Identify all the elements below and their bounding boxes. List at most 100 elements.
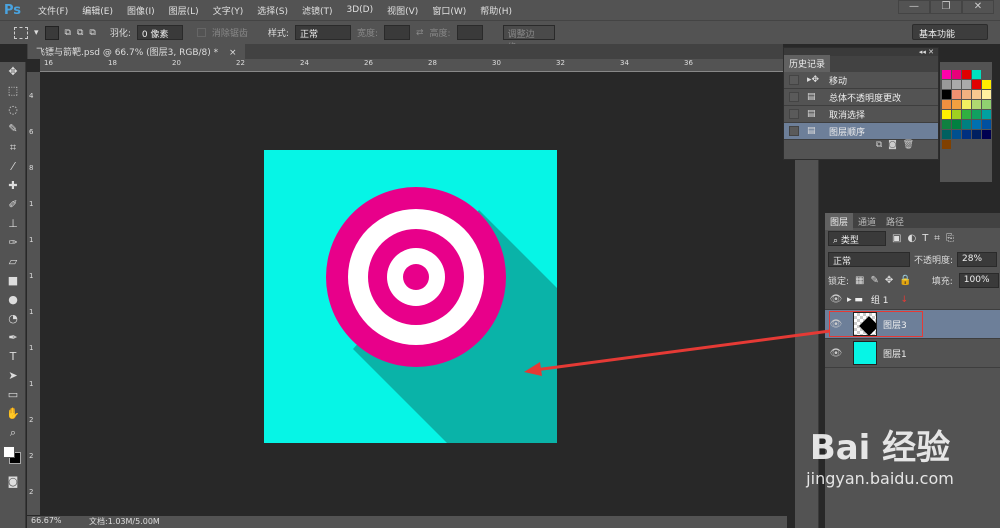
workspace-select[interactable]: 基本功能	[912, 24, 988, 40]
menu-window[interactable]: 窗口(W)	[425, 4, 473, 17]
menu-help[interactable]: 帮助(H)	[473, 4, 519, 17]
color-swatch[interactable]	[952, 130, 961, 139]
color-swatch[interactable]	[942, 90, 951, 99]
eye-icon[interactable]: 👁	[825, 294, 847, 305]
feather-input[interactable]: 0 像素	[136, 25, 183, 40]
eye-icon[interactable]: 👁	[825, 348, 847, 359]
color-swatch[interactable]	[942, 130, 951, 139]
blend-mode-select[interactable]: 正常	[828, 251, 910, 267]
close-button[interactable]: ✕	[962, 0, 994, 14]
eraser-tool-icon[interactable]: ▱	[0, 252, 26, 271]
color-swatch[interactable]	[962, 130, 971, 139]
eyedropper-tool-icon[interactable]: ⁄	[0, 157, 26, 176]
fill-input[interactable]: 100%	[958, 272, 999, 288]
menu-layer[interactable]: 图层(L)	[162, 4, 206, 17]
color-swatch[interactable]	[952, 70, 961, 79]
minimize-button[interactable]: —	[898, 0, 930, 14]
close-tab-icon[interactable]: ×	[229, 48, 237, 58]
refine-edge-button[interactable]: 调整边缘...	[502, 25, 555, 53]
layer-row-selected[interactable]: 👁 图层3	[825, 310, 1000, 339]
shape-tool-icon[interactable]: ▭	[0, 385, 26, 404]
color-swatch[interactable]	[942, 100, 951, 109]
tab-paths[interactable]: 路径	[881, 213, 909, 230]
color-swatch[interactable]	[962, 80, 971, 89]
menu-edit[interactable]: 编辑(E)	[75, 4, 120, 17]
filter-adjust-icon[interactable]: ◐	[907, 233, 916, 244]
expand-icon[interactable]: ▸ ▬	[847, 295, 863, 305]
layer-row-group[interactable]: 👁 ▸ ▬ 组 1 ↓	[825, 290, 1000, 310]
menu-3d[interactable]: 3D(D)	[340, 5, 381, 15]
lock-transparent-icon[interactable]: ▦	[855, 275, 864, 286]
brush-tool-icon[interactable]: ✐	[0, 195, 26, 214]
color-swatch[interactable]	[942, 70, 951, 79]
color-swatches-icon[interactable]	[0, 442, 25, 472]
lasso-tool-icon[interactable]: ◌	[0, 100, 26, 119]
height-input[interactable]	[456, 25, 483, 40]
stamp-tool-icon[interactable]: ⊥	[0, 214, 26, 233]
color-swatch[interactable]	[972, 70, 981, 79]
color-swatch[interactable]	[972, 120, 981, 129]
menu-file[interactable]: 文件(F)	[31, 4, 75, 17]
trash-icon[interactable]: 🗑	[903, 140, 914, 150]
color-swatch[interactable]	[952, 120, 961, 129]
filter-shape-icon[interactable]: ⌗	[934, 233, 940, 244]
subtract-selection-icon[interactable]: ⧉	[77, 28, 83, 38]
color-swatch[interactable]	[962, 90, 971, 99]
width-input[interactable]	[384, 25, 410, 40]
color-swatch[interactable]	[972, 90, 981, 99]
blur-tool-icon[interactable]: ●	[0, 290, 26, 309]
menu-filter[interactable]: 滤镜(T)	[295, 4, 340, 17]
history-item-selected[interactable]: ▤ 图层顺序	[784, 123, 938, 140]
opacity-input[interactable]: 28%	[957, 251, 998, 267]
document-size[interactable]: 文档:1.03M/5.00M	[89, 516, 160, 527]
color-swatch[interactable]	[942, 80, 951, 89]
color-swatch[interactable]	[952, 80, 961, 89]
new-document-icon[interactable]: ⧉	[876, 140, 882, 150]
filter-smart-icon[interactable]: ⎘	[946, 233, 954, 244]
intersect-selection-icon[interactable]: ⧉	[89, 28, 95, 38]
color-swatch[interactable]	[982, 90, 991, 99]
add-selection-icon[interactable]: ⧉	[65, 28, 71, 38]
color-swatch[interactable]	[982, 120, 991, 129]
filter-type-icon[interactable]: T	[922, 233, 928, 244]
swap-icon[interactable]: ⇄	[416, 28, 424, 38]
quick-mask-icon[interactable]: ◙	[0, 472, 26, 491]
color-swatch[interactable]	[952, 90, 961, 99]
crop-tool-icon[interactable]: ⌗	[0, 138, 26, 157]
style-select[interactable]: 正常	[294, 25, 351, 40]
color-swatch[interactable]	[972, 80, 981, 89]
document-canvas[interactable]	[264, 150, 557, 443]
marquee-tool-icon[interactable]: ⬚	[0, 81, 26, 100]
dodge-tool-icon[interactable]: ◔	[0, 309, 26, 328]
move-tool-icon[interactable]: ✥	[0, 62, 26, 81]
color-swatch[interactable]	[972, 110, 981, 119]
color-swatch[interactable]	[962, 110, 971, 119]
menu-select[interactable]: 选择(S)	[250, 4, 295, 17]
history-item[interactable]: ▤ 总体不透明度更改	[784, 89, 938, 106]
menu-view[interactable]: 视图(V)	[380, 4, 425, 17]
menu-type[interactable]: 文字(Y)	[206, 4, 251, 17]
tab-channels[interactable]: 通道	[853, 213, 881, 230]
filter-pixel-icon[interactable]: ▣	[892, 233, 901, 244]
color-swatch[interactable]	[942, 140, 951, 149]
path-select-tool-icon[interactable]: ➤	[0, 366, 26, 385]
restore-button[interactable]: ❐	[930, 0, 962, 14]
color-swatch[interactable]	[962, 120, 971, 129]
zoom-level[interactable]: 66.67%	[31, 516, 62, 525]
color-swatch[interactable]	[982, 80, 991, 89]
marquee-tool-icon[interactable]	[14, 26, 28, 39]
history-brush-icon[interactable]: ✑	[0, 233, 26, 252]
quick-select-tool-icon[interactable]: ✎	[0, 119, 26, 138]
layer-filter-select[interactable]: ⌕ 类型	[828, 230, 886, 246]
history-item[interactable]: ▤ 取消选择	[784, 106, 938, 123]
healing-tool-icon[interactable]: ✚	[0, 176, 26, 195]
antialias-checkbox[interactable]	[196, 28, 206, 37]
new-selection-icon[interactable]	[44, 25, 59, 40]
color-swatch[interactable]	[952, 100, 961, 109]
lock-move-icon[interactable]: ✥	[885, 275, 893, 286]
hand-tool-icon[interactable]: ✋	[0, 404, 26, 423]
tab-layers[interactable]: 图层	[825, 213, 854, 230]
color-swatch[interactable]	[982, 110, 991, 119]
color-swatch[interactable]	[962, 100, 971, 109]
lock-paint-icon[interactable]: ✎	[871, 275, 879, 286]
